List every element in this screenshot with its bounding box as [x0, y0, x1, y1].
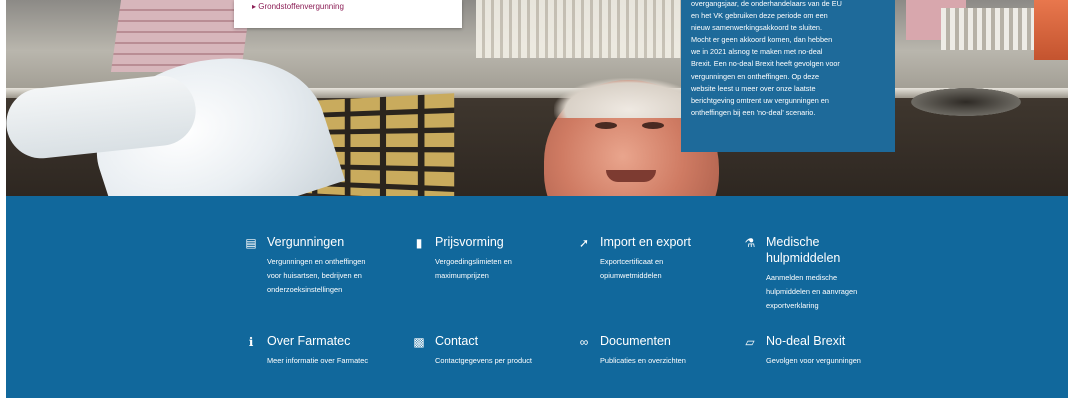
notice-line: berichtgeving omtrent uw vergunningen en — [691, 95, 829, 105]
notice-line: en het VK gebruiken deze periode om een — [691, 11, 828, 21]
nav-title[interactable]: Prijsvorming — [435, 234, 504, 250]
notice-line: overgangsjaar, de onderhandelaars van de… — [691, 0, 842, 8]
submenu-link-grondstoffen[interactable]: ▸ Grondstoffenvergunning — [252, 2, 344, 11]
document-icon: ▤ — [245, 236, 257, 250]
notice-text: overgangsjaar, de onderhandelaars van de… — [691, 0, 885, 119]
submenu-card: ▸ Grondstoffenvergunning — [234, 0, 462, 28]
notice-line: Brexit. Een no-deal Brexit heeft gevolge… — [691, 59, 840, 69]
notice-line: ontheffingen bij een 'no-deal' scenario. — [691, 107, 816, 117]
eye-left — [595, 122, 617, 129]
nav-title[interactable]: Vergunningen — [267, 234, 344, 250]
nav-title[interactable]: No-deal Brexit — [766, 333, 845, 349]
bottle-icon: ▱ — [745, 335, 755, 349]
orange-box — [1034, 0, 1068, 60]
nav-desc: voor huisartsen, bedrijven en — [267, 271, 362, 280]
nav-desc: Vergoedingslimieten en — [435, 257, 512, 266]
page: ▸ Grondstoffenvergunning overgangsjaar, … — [6, 0, 1068, 398]
nav-desc: exportverklaring — [766, 301, 819, 310]
nav-title[interactable]: Documenten — [600, 333, 671, 349]
info-icon: ℹ — [248, 335, 254, 349]
jar-icon: ▮ — [415, 236, 423, 250]
mouth — [606, 170, 656, 182]
nav-title[interactable]: Over Farmatec — [267, 333, 350, 349]
nav-title[interactable]: Import en export — [600, 234, 691, 250]
eye-right — [642, 122, 664, 129]
nav-desc: hulpmiddelen en aanvragen — [766, 287, 858, 296]
brexit-notice: overgangsjaar, de onderhandelaars van de… — [681, 0, 895, 152]
nav-desc: Publicaties en overzichten — [600, 356, 686, 365]
nav-desc: Vergunningen en ontheffingen — [267, 257, 366, 266]
nav-title[interactable]: Medische hulpmiddelen — [766, 234, 876, 266]
export-icon: ➚ — [578, 236, 590, 250]
chat-icon: ▩ — [413, 335, 425, 349]
nav-desc: opiumwetmiddelen — [600, 271, 662, 280]
nav-desc: Meer informatie over Farmatec — [267, 356, 369, 365]
nav-title[interactable]: Contact — [435, 333, 478, 349]
notice-line: Mocht er geen akkoord komen, dan hebben — [691, 35, 833, 45]
notice-line: website leest u meer over onze laatste — [691, 83, 816, 93]
nav-desc: Gevolgen voor vergunningen — [766, 356, 861, 365]
vials-rack — [476, 0, 686, 58]
footer-nav-band — [6, 196, 1068, 398]
nav-desc: onderzoeksinstellingen — [267, 285, 343, 294]
vials-rack-right — [941, 8, 1041, 50]
notice-line: nieuw samenwerkingsakkoord te sluiten. — [691, 23, 823, 33]
nav-desc: maximumprijzen — [435, 271, 489, 280]
notice-line: we in 2021 alsnog te maken met no-deal — [691, 47, 823, 57]
documents-icon: ∞ — [579, 335, 589, 349]
nav-desc: Exportcertificaat en — [600, 257, 664, 266]
nav-desc: Aanmelden medische — [766, 273, 838, 282]
ceiling-lamp — [911, 88, 1021, 116]
nav-desc: Contactgegevens per product — [435, 356, 532, 365]
notice-line: vergunningen en ontheffingen. Op deze — [691, 71, 820, 81]
medical-aid-icon: ⚗ — [744, 236, 756, 250]
hero-photo: ▸ Grondstoffenvergunning overgangsjaar, … — [6, 0, 1068, 196]
